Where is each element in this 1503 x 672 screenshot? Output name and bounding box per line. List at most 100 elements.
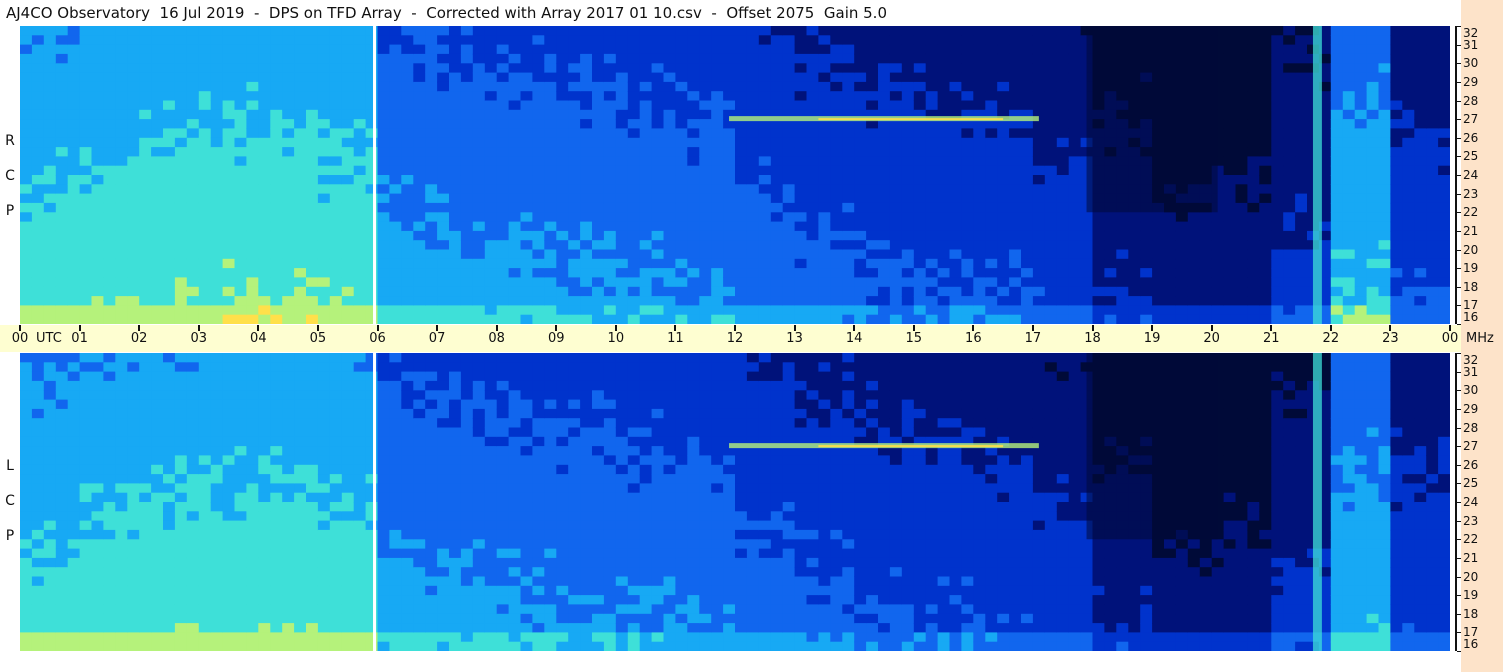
spectrogram-cell — [985, 212, 998, 223]
spectrogram-cell — [925, 258, 939, 269]
spectrogram-cell — [723, 35, 736, 46]
spectrogram-cell — [270, 175, 283, 185]
spectrogram-cell — [127, 230, 140, 241]
spectrogram-cell — [1271, 202, 1284, 213]
spectrogram-cell — [1199, 240, 1213, 251]
spectrogram-cell — [425, 109, 438, 120]
spectrogram-cell — [55, 277, 69, 288]
spectrogram-cell — [151, 520, 164, 531]
spectrogram-cell — [985, 249, 998, 260]
spectrogram-cell — [901, 81, 915, 92]
spectrogram-cell — [341, 474, 355, 484]
spectrogram-cell — [365, 314, 379, 324]
spectrogram-canvas — [20, 353, 1450, 651]
spectrogram-cell — [508, 277, 522, 288]
spectrogram-cell — [401, 604, 414, 615]
spectrogram-cell — [1235, 137, 1248, 148]
spectrogram-cell — [1402, 305, 1415, 316]
spectrogram-cell — [1235, 128, 1248, 139]
spectrogram-cell — [43, 26, 57, 36]
spectrogram-cell — [1104, 221, 1117, 232]
spectrogram-cell — [139, 585, 152, 596]
spectrogram-cell — [163, 156, 176, 167]
spectrogram-cell — [1402, 268, 1415, 278]
spectrogram-cell — [651, 72, 665, 83]
spectrogram-cell — [1354, 184, 1368, 195]
spectrogram-cell — [389, 119, 402, 129]
spectrogram-cell — [198, 390, 212, 401]
spectrogram-cell — [1259, 72, 1272, 83]
spectrogram-cell — [1283, 286, 1296, 297]
spectrogram-cell — [282, 221, 295, 232]
spectrogram-cell — [592, 137, 605, 148]
spectrogram-cell — [663, 128, 676, 139]
spectrogram-cell — [91, 147, 104, 157]
spectrogram-cell — [925, 249, 939, 260]
spectrogram-cell — [413, 576, 426, 587]
spectrogram-cell — [151, 147, 164, 157]
spectrogram-cell — [103, 576, 116, 587]
spectrogram-cell — [20, 446, 33, 456]
spectrogram-cell — [43, 193, 57, 204]
spectrogram-cell — [735, 286, 748, 297]
spectrogram-cell — [1223, 63, 1237, 74]
spectrogram-cell — [377, 502, 390, 512]
spectrogram-cell — [174, 147, 188, 157]
spectrogram-cell — [246, 529, 259, 540]
spectrogram-cell — [1044, 147, 1058, 157]
spectrogram-cell — [317, 296, 331, 306]
spectrogram-cell — [306, 399, 319, 410]
spectrogram-cell — [735, 35, 748, 46]
spectrogram-cell — [246, 91, 259, 102]
spectrogram-cell — [508, 91, 522, 102]
spectrogram-cell — [139, 613, 152, 624]
spectrogram-cell — [1342, 175, 1356, 185]
spectrogram-cell — [43, 137, 57, 148]
spectrogram-cell — [1426, 44, 1439, 55]
spectrogram-cell — [663, 175, 676, 185]
spectrogram-cell — [317, 548, 331, 559]
spectrogram-cell — [127, 539, 140, 550]
spectrogram-cell — [925, 63, 939, 74]
spectrogram-cell — [925, 147, 939, 157]
spectrogram-cell — [43, 529, 57, 540]
spectrogram-cell — [294, 632, 307, 643]
spectrogram-cell — [711, 258, 724, 269]
spectrogram-cell — [472, 202, 486, 213]
spectrogram-cell — [1330, 277, 1344, 288]
spectrogram-cell — [413, 44, 426, 55]
spectrogram-cell — [1009, 156, 1022, 167]
spectrogram-cell — [174, 408, 188, 419]
spectrogram-cell — [794, 184, 808, 195]
spectrogram-cell — [20, 230, 33, 241]
spectrogram-cell — [20, 362, 33, 373]
spectrogram-cell — [1390, 286, 1403, 297]
spectrogram-cell — [317, 165, 331, 176]
spectrogram-cell — [234, 156, 247, 167]
spectrogram-cell — [425, 595, 438, 605]
spectrogram-cell — [425, 296, 438, 306]
spectrogram-cell — [484, 286, 498, 297]
spectrogram-cell — [1402, 156, 1415, 167]
spectrogram-cell — [163, 464, 176, 475]
spectrogram-cell — [79, 371, 93, 382]
spectrogram-cell — [425, 100, 438, 111]
spectrogram-cell — [556, 53, 569, 64]
spectrogram-cell — [866, 202, 879, 213]
spectrogram-cell — [79, 286, 93, 297]
spectrogram-cell — [234, 268, 247, 278]
spectrogram-cell — [758, 277, 772, 288]
spectrogram-cell — [389, 296, 402, 306]
spectrogram-cell — [1402, 296, 1415, 306]
spectrogram-cell — [782, 175, 796, 185]
spectrogram-cell — [198, 455, 212, 466]
spectrogram-cell — [806, 44, 819, 55]
spectrogram-cell — [1235, 296, 1248, 306]
spectrogram-cell — [1342, 128, 1356, 139]
spectrogram-cell — [1426, 202, 1439, 213]
spectrogram-cell — [842, 147, 855, 157]
spectrogram-cell — [163, 277, 176, 288]
spectrogram-cell — [115, 63, 128, 74]
spectrogram-cell — [91, 641, 104, 651]
spectrogram-cell — [365, 119, 379, 129]
